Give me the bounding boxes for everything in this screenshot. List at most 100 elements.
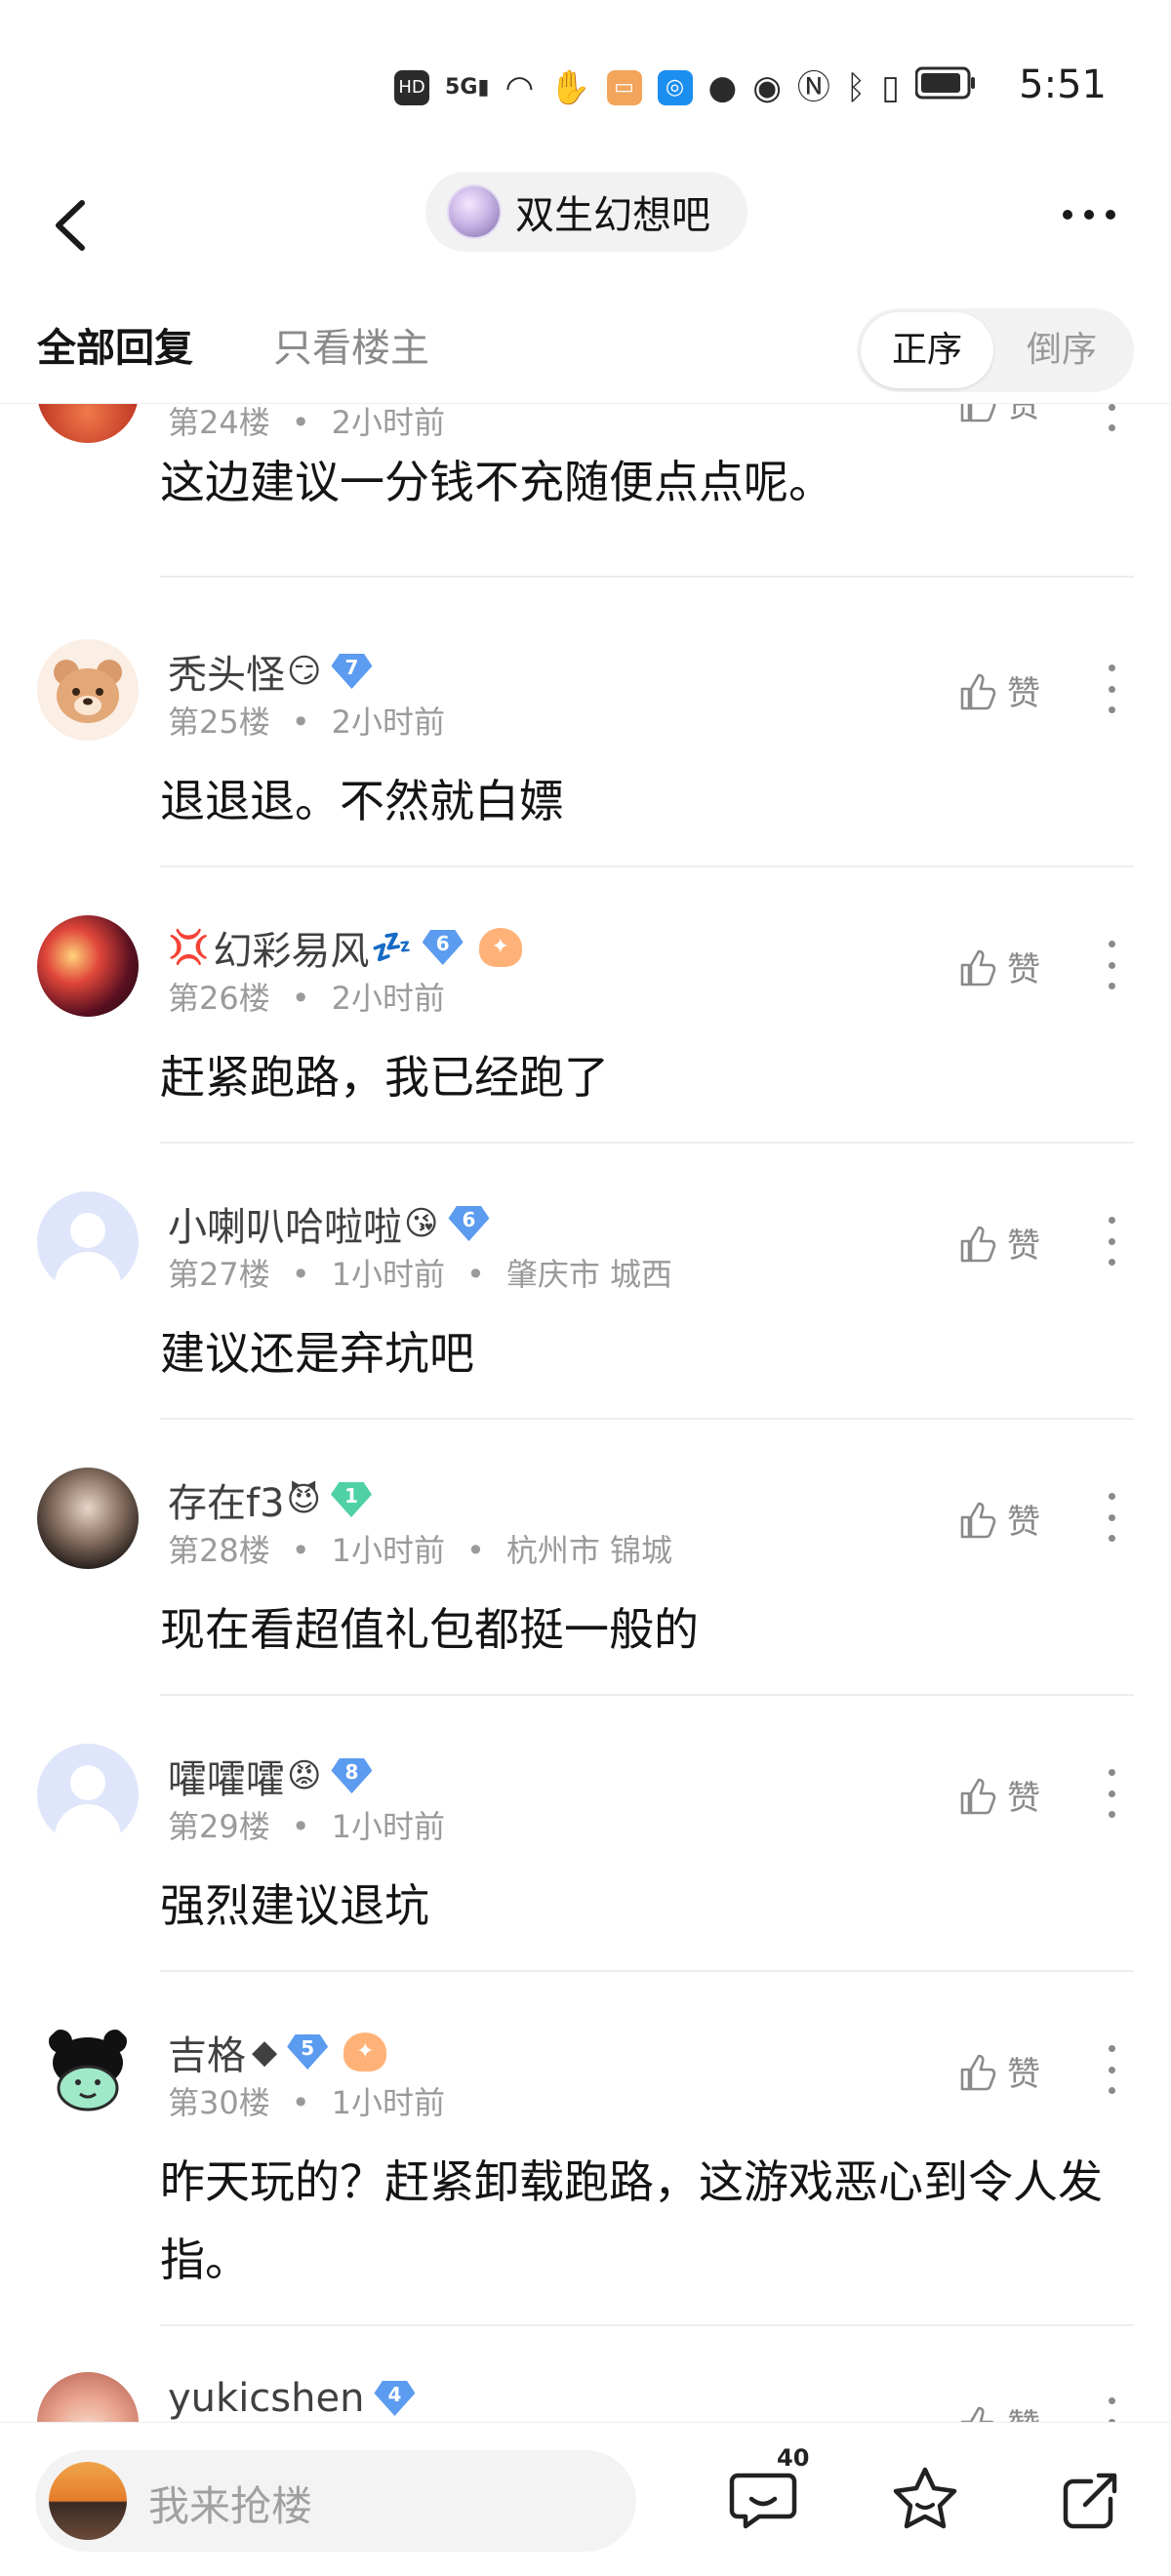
like-button[interactable]: 赞 <box>956 1771 1040 1819</box>
post-time: 2小时前 <box>331 980 445 1017</box>
like-button[interactable]: 赞 <box>956 1219 1040 1267</box>
thumbs-up-icon <box>960 2406 995 2422</box>
like-button[interactable]: 赞 <box>956 943 1040 990</box>
nfc-icon: Ⓝ <box>796 67 830 107</box>
avatar[interactable] <box>37 1744 139 1845</box>
username[interactable]: 存在f3 😈 1 <box>168 1471 372 1528</box>
floor-number: 第29楼 <box>168 1808 270 1845</box>
dot-icon <box>1084 210 1094 220</box>
signal-5g-icon: 5G▮ <box>445 74 490 100</box>
username-text: 嚯嚯嚯 <box>168 1757 285 1802</box>
favorite-button[interactable] <box>886 2460 964 2538</box>
medal-icon: ✦ <box>343 2033 387 2072</box>
post-more-button[interactable] <box>1105 1769 1118 1818</box>
bluetooth-icon: ᛒ <box>845 67 867 107</box>
bear-avatar-icon <box>54 660 122 723</box>
post-content: 退退退。不然就白嫖 <box>160 775 564 827</box>
back-button[interactable] <box>43 181 101 269</box>
like-button[interactable]: 赞 <box>956 666 1040 714</box>
post-time: 2小时前 <box>331 704 445 741</box>
post-content: 建议还是弃坑吧 <box>160 1327 474 1380</box>
post-more-button[interactable] <box>1105 404 1118 431</box>
reply-count-button[interactable] <box>724 2460 802 2538</box>
status-time: 5:51 <box>1019 62 1107 107</box>
username[interactable]: 秃头怪 😏 7 <box>168 643 373 700</box>
reply-tab-bar: 全部回复 只看楼主 正序 倒序 <box>0 293 1171 404</box>
thumbs-up-icon <box>960 1502 996 1538</box>
hd-icon: HD <box>394 69 430 105</box>
reply-count-badge: 40 <box>777 2444 810 2472</box>
like-button[interactable]: 赞 <box>956 1495 1040 1543</box>
thumbs-up-icon <box>960 673 996 709</box>
avatar[interactable] <box>37 2020 139 2121</box>
star-icon <box>893 2467 957 2529</box>
post-time: 1小时前 <box>331 1256 445 1293</box>
username-text: 小喇叭哈啦啦 <box>168 1205 402 1250</box>
level-badge: 5 <box>287 2034 329 2070</box>
status-icons: HD 5G▮ ◠ ✋ ▭ ◎ ● ◉ Ⓝ ᛒ ▯ <box>394 66 976 108</box>
tab-all-replies[interactable]: 全部回复 <box>37 316 193 373</box>
battery-icon <box>914 66 976 108</box>
separator-dot: • <box>465 1256 485 1293</box>
post-more-button[interactable] <box>1105 2045 1118 2094</box>
post-time: 2小时前 <box>331 404 445 441</box>
avatar[interactable] <box>37 639 139 741</box>
post-meta: 第26楼 • 2小时前 <box>168 974 445 1019</box>
like-button[interactable]: 赞 <box>956 404 1040 426</box>
separator-dot: • <box>291 2084 310 2121</box>
avatar[interactable] <box>37 915 139 1017</box>
floor-number: 第30楼 <box>168 2084 270 2121</box>
user-emoji: 😈 <box>286 1480 321 1519</box>
username-text: 吉格 <box>168 2033 246 2078</box>
medal-icon: ✦ <box>478 928 522 967</box>
username[interactable]: yukicshen 4 <box>168 2376 416 2421</box>
avatar[interactable] <box>37 404 139 443</box>
divider <box>160 2324 1134 2326</box>
eye-icon: ◉ <box>752 67 782 107</box>
share-button[interactable] <box>1050 2460 1128 2538</box>
post-meta: 第27楼 • 1小时前 • 肇庆市 城西 <box>168 1250 672 1295</box>
avatar[interactable] <box>37 2372 139 2422</box>
tab-owner-only[interactable]: 只看楼主 <box>273 316 429 373</box>
post-more-button[interactable] <box>1105 1217 1118 1266</box>
thumbs-up-icon <box>960 1226 996 1262</box>
post-time: 1小时前 <box>331 2084 445 2121</box>
username[interactable]: 💢 幻彩易风 💤 6 ✦ <box>168 919 522 976</box>
like-button[interactable]: 赞 <box>956 2047 1040 2095</box>
avatar[interactable] <box>37 1191 139 1293</box>
dot-icon <box>1063 210 1072 220</box>
divider <box>160 576 1134 578</box>
level-badge: 6 <box>448 1206 490 1241</box>
level-badge: 4 <box>374 2381 416 2416</box>
level-badge: 6 <box>422 930 464 965</box>
post-more-button[interactable] <box>1105 941 1118 989</box>
post-more-button[interactable] <box>1105 2397 1118 2422</box>
nav-bar: 双生幻想吧 <box>0 166 1171 293</box>
separator-dot: • <box>465 1532 485 1569</box>
post-more-button[interactable] <box>1105 1493 1118 1542</box>
sort-asc-button[interactable]: 正序 <box>861 312 993 388</box>
post-content: 昨天玩的？赶紧卸载跑路，这游戏恶心到令人发指。 <box>160 2155 1103 2286</box>
like-label: 赞 <box>1007 2399 1040 2422</box>
browser-app-icon: ◎ <box>657 69 693 105</box>
like-label: 赞 <box>1007 1503 1040 1542</box>
more-options-button[interactable] <box>1050 195 1128 234</box>
like-label: 赞 <box>1007 674 1040 713</box>
username[interactable]: 小喇叭哈啦啦 😘 6 <box>168 1195 490 1252</box>
username[interactable]: 嚯嚯嚯 😡 8 <box>168 1748 373 1804</box>
forum-title-pill[interactable]: 双生幻想吧 <box>425 172 747 252</box>
sort-toggle: 正序 倒序 <box>857 308 1134 392</box>
divider <box>160 1970 1134 1972</box>
message-app-icon: ▭ <box>606 69 642 105</box>
username-text: 存在f3 <box>168 1481 285 1526</box>
username[interactable]: 吉格 ◆ 5 ✦ <box>168 2024 387 2080</box>
separator-dot: • <box>291 704 310 741</box>
post-more-button[interactable] <box>1105 664 1118 713</box>
post-content: 现在看超值礼包都挺一般的 <box>160 1603 699 1656</box>
post-meta: 第28楼 • 1小时前 • 杭州市 锦城 <box>168 1526 672 1571</box>
avatar[interactable] <box>37 1468 139 1569</box>
sort-desc-button[interactable]: 倒序 <box>995 312 1128 388</box>
reply-input[interactable]: 我来抢楼 <box>35 2450 636 2552</box>
share-icon <box>1063 2473 1117 2529</box>
like-button[interactable]: 赞 <box>956 2399 1040 2422</box>
